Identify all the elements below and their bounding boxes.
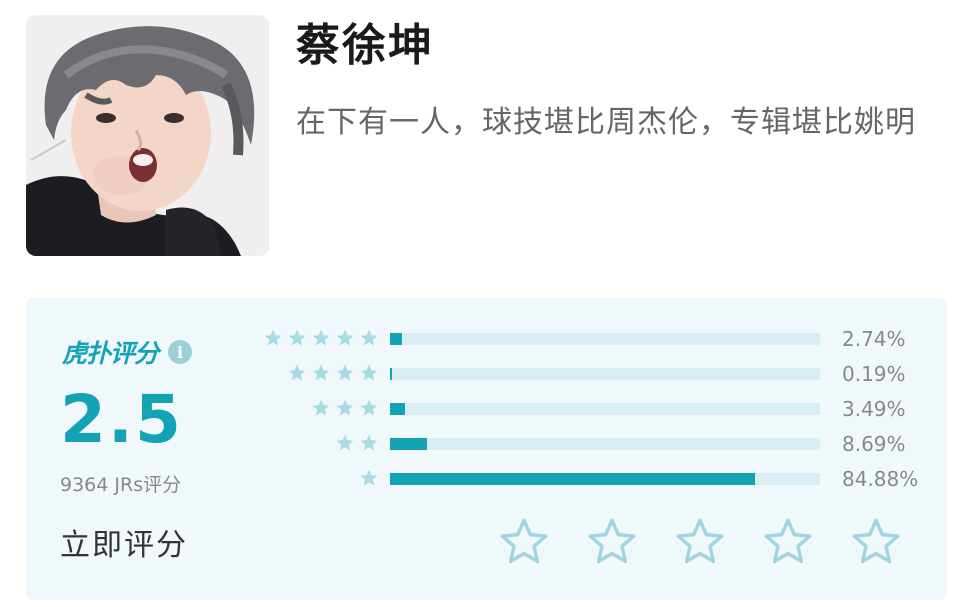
star-icon [312, 329, 330, 346]
star-icon [264, 329, 282, 346]
row-stars [287, 363, 379, 383]
person-description: 在下有一人，球技堪比周杰伦，专辑堪比姚明 [296, 105, 916, 140]
star-icon [312, 364, 330, 381]
row-stars [359, 468, 379, 488]
rate-now-label: 立即评分 [60, 528, 188, 563]
avatar-image [26, 15, 269, 256]
percent-label: 3.49% [842, 397, 906, 421]
rate-star-4-icon[interactable] [762, 516, 814, 568]
person-name: 蔡徐坤 [296, 20, 434, 71]
rate-star-3-icon[interactable] [674, 516, 726, 568]
progress-track [390, 403, 820, 415]
progress-track [390, 368, 820, 380]
star-icon [336, 364, 354, 381]
star-icon [360, 364, 378, 381]
rate-star-5-icon[interactable] [850, 516, 902, 568]
star-icon [360, 329, 378, 346]
avatar[interactable] [26, 15, 269, 256]
row-stars [263, 328, 379, 348]
star-icon [360, 469, 378, 486]
progress-track [390, 473, 820, 485]
rating-panel: 虎扑评分 i 2.5 9364 JRs评分 立即评分 2.74% 0.19% 3.4… [26, 298, 947, 600]
star-icon [312, 399, 330, 416]
rate-stars [498, 516, 902, 568]
progress-fill [390, 403, 405, 415]
star-icon [336, 399, 354, 416]
rating-row-2-star: 8.69% [26, 429, 947, 459]
row-stars [335, 433, 379, 453]
rating-row-1-star: 84.88% [26, 464, 947, 494]
star-icon [360, 434, 378, 451]
row-stars [311, 398, 379, 418]
rating-row-5-star: 2.74% [26, 324, 947, 354]
progress-fill [390, 333, 402, 345]
progress-track [390, 333, 820, 345]
progress-fill [390, 473, 755, 485]
rating-row-3-star: 3.49% [26, 394, 947, 424]
progress-track [390, 438, 820, 450]
rate-star-1-icon[interactable] [498, 516, 550, 568]
rate-star-2-icon[interactable] [586, 516, 638, 568]
star-icon [360, 399, 378, 416]
percent-label: 0.19% [842, 362, 906, 386]
star-icon [288, 329, 306, 346]
percent-label: 2.74% [842, 327, 906, 351]
page: 蔡徐坤 在下有一人，球技堪比周杰伦，专辑堪比姚明 虎扑评分 i 2.5 9364… [0, 0, 972, 607]
star-icon [336, 329, 354, 346]
progress-fill [390, 438, 428, 450]
rating-row-4-star: 0.19% [26, 359, 947, 389]
star-icon [336, 434, 354, 451]
percent-label: 8.69% [842, 432, 906, 456]
progress-fill [390, 368, 392, 380]
percent-label: 84.88% [842, 467, 919, 491]
star-icon [288, 364, 306, 381]
